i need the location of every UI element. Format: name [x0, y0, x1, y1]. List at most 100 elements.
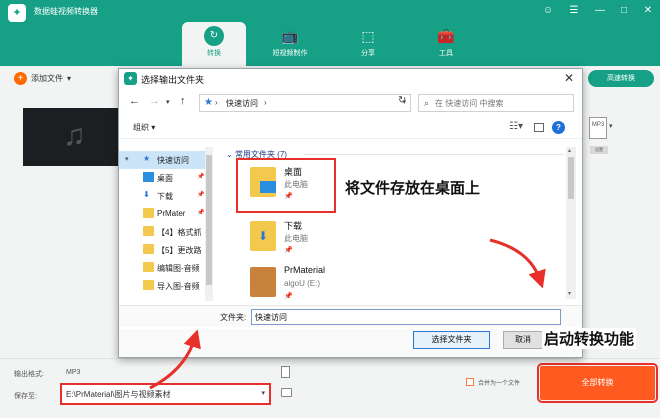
tab-tools[interactable]: 🧰 工具 — [414, 22, 478, 66]
up-arrow-icon[interactable]: ↑ — [180, 95, 186, 107]
pin-icon: 📌 — [197, 174, 205, 180]
entry-location: aigoU (E:) — [284, 279, 321, 288]
sidebar-item-folder[interactable]: 编辑图-音频 — [119, 259, 209, 277]
output-format-value[interactable]: MP3 — [66, 369, 80, 376]
folder-icon — [143, 280, 154, 290]
pin-icon: 📌 — [284, 247, 293, 254]
tab-label: 短视频制作 — [272, 50, 308, 57]
refresh-icon[interactable]: ↻ — [398, 95, 406, 106]
folder-entry-downloads[interactable]: 下载 此电脑 📌 — [250, 215, 400, 267]
breadcrumb-separator: › — [215, 98, 218, 107]
select-folder-button[interactable]: 选择文件夹 — [413, 331, 490, 349]
navigation-scrollbar[interactable] — [205, 147, 213, 301]
tab-convert[interactable]: ↻ 转换 — [182, 22, 246, 66]
help-icon[interactable]: ? — [552, 121, 565, 134]
search-box[interactable]: ⌕ — [418, 94, 574, 112]
close-icon[interactable]: ✕ — [564, 71, 574, 85]
sidebar-item-label: 编辑图-音频 — [157, 264, 200, 273]
sidebar-item-folder[interactable]: 【5】更改路 — [119, 241, 209, 259]
convert-all-button[interactable]: 全部转换 — [537, 363, 658, 403]
sidebar-item-label: 【4】格式抓 — [157, 228, 202, 237]
sidebar-item-folder[interactable]: 【4】格式抓 — [119, 223, 209, 241]
folder-icon — [143, 244, 154, 254]
sidebar-item-label: 快速访问 — [157, 156, 189, 165]
breadcrumb[interactable]: 快速访问 — [226, 98, 258, 109]
output-format-label: 输出格式: — [14, 371, 44, 378]
scrollbar-thumb[interactable] — [568, 157, 574, 199]
app-title: 数据蛙视频转换器 — [34, 7, 98, 16]
folder-icon — [143, 262, 154, 272]
convert-icon: ↻ — [204, 26, 224, 46]
high-speed-convert-button[interactable]: 高速转换 — [588, 70, 654, 87]
folder-icon — [143, 226, 154, 236]
folder-icon — [143, 208, 154, 218]
chevron-down-icon: ⌄ — [226, 150, 233, 159]
star-icon: ★ — [204, 97, 213, 108]
folder-name-input[interactable] — [251, 309, 561, 325]
format-settings-button[interactable]: 设置 — [590, 146, 608, 154]
annotation-convert-hint: 启动转换功能 — [542, 328, 637, 349]
output-format-icon[interactable]: MP3 — [589, 117, 607, 139]
chevron-down-icon[interactable]: ▾ — [609, 122, 613, 130]
recent-dropdown-icon[interactable]: ▾ — [166, 98, 170, 106]
open-folder-icon[interactable] — [281, 388, 292, 397]
merge-checkbox[interactable] — [466, 378, 474, 386]
sidebar-item-downloads[interactable]: ⬇ 下载 📌 — [119, 187, 209, 205]
sidebar-item-desktop[interactable]: 桌面 📌 — [119, 169, 209, 187]
dialog-toolbar: 组织 ▾ ☷▾ ? — [119, 117, 582, 139]
pin-icon: 📌 — [284, 293, 293, 300]
folder-label: 文件夹: — [220, 313, 247, 322]
save-path-select[interactable]: E:\PrMaterial\图片与视频素材 ▾ — [60, 383, 271, 405]
tab-share[interactable]: ⬚ 分享 — [336, 22, 400, 66]
sidebar-item-prmaterial[interactable]: PrMater 📌 — [119, 205, 209, 223]
forward-arrow-icon[interactable]: → — [149, 95, 160, 107]
pin-icon: 📌 — [197, 210, 205, 216]
search-input[interactable] — [435, 96, 571, 110]
scroll-up-icon[interactable]: ▴ — [568, 147, 571, 154]
desktop-highlight-box — [236, 158, 336, 213]
tab-label: 转换 — [207, 50, 221, 57]
feedback-icon[interactable]: ☺ — [540, 3, 556, 19]
tab-label: 工具 — [439, 50, 453, 57]
organize-menu[interactable]: 组织 ▾ — [133, 122, 155, 133]
dialog-title: 选择输出文件夹 — [141, 75, 205, 85]
add-file-label: 添加文件 — [31, 74, 63, 83]
save-to-label: 保存至: — [14, 393, 37, 400]
star-icon: ★ — [143, 154, 151, 163]
preview-pane-icon[interactable] — [534, 123, 544, 132]
app-logo-icon: ✦ — [124, 72, 137, 85]
close-icon[interactable]: ✕ — [640, 3, 656, 19]
tv-icon: 📺 — [281, 28, 299, 44]
scrollbar-thumb[interactable] — [206, 155, 212, 285]
view-options-icon[interactable]: ☷▾ — [509, 121, 523, 132]
chevron-down-icon: ▾ — [261, 390, 265, 397]
sidebar-item-folder[interactable]: 导入图-音频 — [119, 277, 209, 295]
downloads-folder-icon — [250, 221, 276, 251]
folder-icon — [250, 267, 276, 297]
maximize-icon[interactable]: □ — [616, 3, 632, 19]
merge-label: 合并为一个文件 — [478, 381, 521, 387]
desktop-icon — [143, 172, 154, 182]
folder-row: 文件夹: — [119, 305, 582, 327]
back-arrow-icon[interactable]: ← — [129, 95, 140, 107]
chevron-down-icon[interactable]: ▾ — [125, 155, 129, 163]
document-icon[interactable] — [281, 366, 290, 378]
minimize-icon[interactable]: — — [592, 3, 608, 19]
pin-icon: 📌 — [197, 192, 205, 198]
scroll-down-icon[interactable]: ▾ — [568, 290, 571, 297]
breadcrumb-separator: › — [264, 98, 267, 107]
plus-icon: + — [14, 72, 27, 85]
navigation-pane: ▾ ★ 快速访问 桌面 📌 ⬇ 下载 📌 PrMater 📌 【4】格式抓 【5… — [119, 147, 215, 297]
cancel-button[interactable]: 取消 — [503, 331, 543, 349]
entry-name: 下载 — [284, 221, 303, 231]
add-file-button[interactable]: + 添加文件 ▾ — [14, 72, 71, 85]
chevron-down-icon[interactable]: ▾ — [67, 74, 71, 83]
content-scrollbar[interactable]: ▴ ▾ — [566, 147, 576, 299]
media-thumbnail[interactable]: ♫ — [23, 108, 123, 166]
share-icon: ⬚ — [361, 28, 375, 44]
menu-icon[interactable]: ☰ — [566, 3, 582, 19]
sidebar-item-quick-access[interactable]: ▾ ★ 快速访问 — [119, 151, 209, 169]
download-icon: ⬇ — [143, 190, 150, 199]
tab-short-video[interactable]: 📺 短视频制作 — [258, 22, 322, 66]
address-bar[interactable]: ★ › 快速访问 › ▾ — [199, 94, 411, 112]
